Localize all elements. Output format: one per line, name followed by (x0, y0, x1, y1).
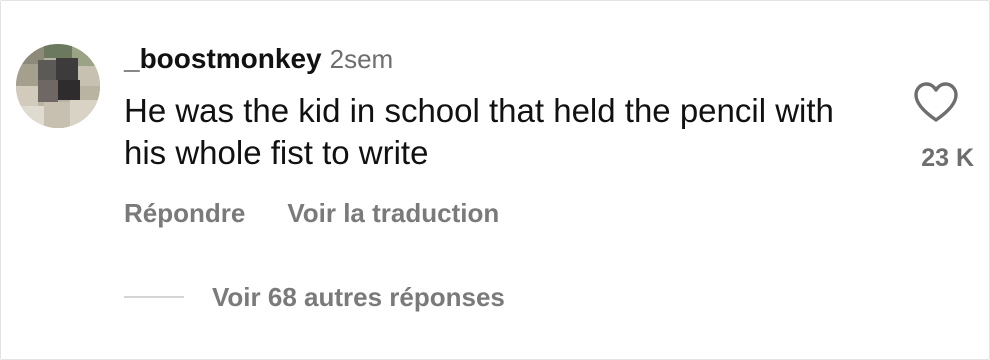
view-more-replies-button[interactable]: Voir 68 autres réponses (124, 280, 505, 314)
view-replies-label: Voir 68 autres réponses (212, 282, 505, 312)
see-translation-button[interactable]: Voir la traduction (287, 198, 499, 228)
replies-divider-line (124, 296, 184, 298)
comment-header: _boostmonkey 2sem (124, 42, 393, 81)
timestamp: 2sem (329, 44, 394, 74)
reply-button[interactable]: Répondre (124, 198, 245, 228)
heart-outline-icon[interactable] (912, 80, 960, 124)
username-link[interactable]: _boostmonkey (124, 43, 322, 74)
comment-text: He was the kid in school that held the p… (124, 92, 834, 171)
like-area: 23 K (884, 80, 974, 180)
comment-actions: Répondre Voir la traduction (124, 196, 499, 230)
comment-item: _boostmonkey 2sem He was the kid in schoo… (0, 0, 990, 360)
avatar-image (16, 44, 100, 128)
avatar[interactable] (16, 44, 100, 128)
like-count: 23 K (921, 144, 974, 172)
